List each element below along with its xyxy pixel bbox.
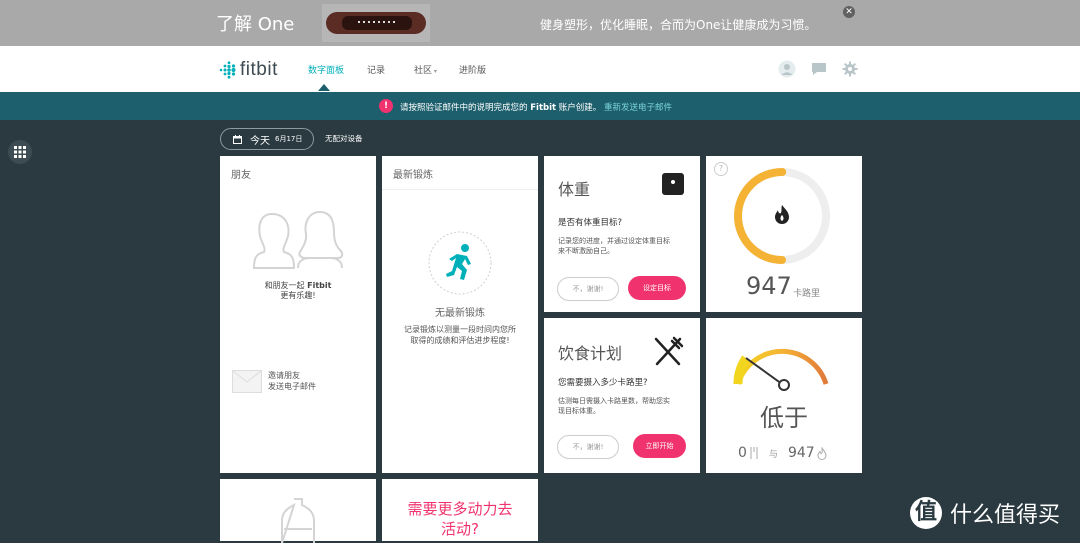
apps-grid-button[interactable] [8, 140, 32, 164]
exercise-description: 记录锻炼以测量一段时间内您所 取得的成绩和评估进步程度! [382, 324, 538, 346]
calories-progress-ring [734, 168, 830, 264]
top-navbar: fitbit 数字面板 记录 社区 ▾ 进阶版 [0, 46, 1080, 93]
food-desc-line1: 估测每日需摄入卡路里数，帮助您实 [558, 397, 670, 405]
weight-card: 体重 是否有体重目标? 记录您的进度，并通过设定体重目标 来不断激励自己。 不，… [544, 156, 700, 312]
exercise-desc-line1: 记录锻炼以测量一段时间内您所 [404, 325, 516, 334]
weight-desc-line2: 来不断激励自己。 [558, 247, 614, 255]
exercise-empty-title: 无最新锻炼 [435, 308, 485, 319]
exercise-desc-line2: 取得的成绩和评估进步程度! [410, 336, 510, 345]
nav-community[interactable]: 社区 ▾ [414, 63, 437, 76]
flame-icon [775, 205, 789, 224]
exercise-card: 最新锻炼 无最新锻炼 记录锻炼以测量一段时间内您所 取得的成绩和评估进步程度! [382, 156, 538, 473]
weight-question: 是否有体重目标? [558, 218, 623, 228]
messages-icon[interactable] [811, 61, 827, 77]
promo-banner[interactable]: 了解 One 健身塑形，优化睡眠，合而为One让健康成为习惯。 ✕ [0, 0, 1080, 46]
calories-unit: 卡路里 [793, 289, 821, 299]
watermark-logo: 值 [910, 497, 942, 529]
invite-friends-button[interactable]: 邀请朋友 发送电子邮件 [232, 368, 316, 394]
balance-summary: 0 与 947 [738, 445, 827, 461]
weight-no-thanks-button[interactable]: 不，谢谢! [557, 277, 619, 301]
water-card [220, 479, 376, 543]
invite-line1: 邀请朋友 [268, 371, 300, 380]
motivation-card[interactable]: 需要更多动力去 活动? [382, 479, 538, 541]
alert-message: 请按照验证邮件中的说明完成您的 Fitbit 账户创建。 重新发送电子邮件 [400, 101, 672, 113]
envelope-icon [232, 370, 262, 393]
calories-out-value: 947 [787, 445, 815, 461]
food-description: 估测每日需摄入卡路里数，帮助您实 现目标体重。 [558, 396, 670, 416]
food-no-thanks-button[interactable]: 不，谢谢! [557, 435, 619, 459]
alert-prefix: 请按照验证邮件中的说明完成您的 [400, 103, 528, 113]
alert-icon: ! [379, 99, 393, 113]
weight-description: 记录您的进度，并通过设定体重目标 来不断激励自己。 [558, 236, 670, 256]
calendar-icon [233, 134, 242, 144]
help-icon[interactable]: ? [714, 162, 728, 176]
friends-message: 和朋友一起 Fitbit 更有乐趣! [220, 281, 376, 301]
friends-icon [252, 210, 344, 269]
avatar-icon[interactable] [778, 60, 796, 78]
balance-gauge [733, 349, 829, 391]
food-title: 饮食计划 [558, 344, 623, 363]
start-now-button[interactable]: 立即开始 [633, 434, 686, 458]
active-nav-indicator [318, 84, 330, 91]
calories-in-value: 0 [738, 445, 747, 461]
gauge-needle [745, 357, 783, 385]
promo-tagline: 健身塑形，优化睡眠，合而为One让健康成为习惯。 [540, 18, 817, 32]
close-icon[interactable]: ✕ [843, 6, 855, 18]
watermark-text: 什么值得买 [950, 503, 1061, 528]
food-question: 您需要摄入多少卡路里? [558, 378, 648, 388]
running-icon [428, 231, 492, 295]
resend-email-link[interactable]: 重新发送电子邮件 [604, 103, 672, 113]
food-desc-line2: 现目标体重。 [558, 407, 600, 415]
motivation-text: 需要更多动力去 活动? [382, 499, 538, 539]
fork-knife-icon [654, 336, 684, 366]
exercise-divider [382, 189, 538, 190]
verification-alert: ! 请按照验证邮件中的说明完成您的 Fitbit 账户创建。 重新发送电子邮件 [0, 92, 1080, 120]
scale-icon [662, 173, 684, 195]
nav-dashboard[interactable]: 数字面板 [308, 63, 344, 76]
weight-title: 体重 [558, 180, 591, 199]
calorie-balance-card: 低于 0 与 947 [706, 318, 862, 473]
balance-status: 低于 [760, 404, 808, 432]
no-device-link[interactable]: 无配对设备 [325, 133, 363, 144]
friends-card: 朋友 和朋友一起 Fitbit 更有乐趣! 邀请朋友 发送电子邮件 [220, 156, 376, 473]
grid-icon [14, 146, 26, 158]
friends-line2: 更有乐趣! [280, 291, 316, 300]
alert-suffix: 账户创建。 [558, 103, 602, 113]
calories-card: ? 947 卡路里 [706, 156, 862, 312]
water-bottle-icon [281, 498, 315, 543]
alert-brand: Fitbit [530, 103, 557, 113]
fitbit-logo[interactable]: fitbit [218, 59, 278, 81]
flame-small-icon [817, 446, 827, 460]
tracker-device-image [322, 4, 430, 42]
nav-community-label: 社区 [414, 66, 433, 76]
friends-title: 朋友 [231, 170, 251, 181]
fork-icon [750, 447, 758, 459]
calories-value: 947 [746, 272, 792, 300]
nav-log[interactable]: 记录 [367, 63, 385, 76]
gear-icon[interactable] [842, 61, 858, 77]
date-value: 6月17日 [275, 135, 303, 143]
motivation-line2: 活动? [441, 520, 479, 538]
set-goal-button[interactable]: 设定目标 [628, 276, 686, 300]
invite-line2: 发送电子邮件 [268, 382, 316, 391]
exercise-title: 最新锻炼 [393, 170, 433, 181]
weight-desc-line1: 记录您的进度，并通过设定体重目标 [558, 237, 670, 245]
site-watermark: 值 什么值得买 [910, 497, 1060, 529]
balance-joiner: 与 [768, 449, 778, 460]
food-plan-card: 饮食计划 您需要摄入多少卡路里? 估测每日需摄入卡路里数，帮助您实 现目标体重。… [544, 318, 700, 473]
motivation-line1: 需要更多动力去 [407, 500, 513, 518]
promo-title: 了解 One [216, 14, 295, 35]
nav-premium[interactable]: 进阶版 [459, 63, 486, 76]
date-selector[interactable]: 今天 6月17日 [220, 128, 314, 150]
fitbit-logo-icon [219, 61, 236, 79]
logo-text: fitbit [240, 59, 278, 80]
friends-line1-pre: 和朋友一起 [264, 281, 305, 290]
friends-line1-brand: Fitbit [307, 281, 332, 290]
date-label: 今天 [250, 135, 270, 147]
chevron-down-icon: ▾ [432, 68, 437, 75]
